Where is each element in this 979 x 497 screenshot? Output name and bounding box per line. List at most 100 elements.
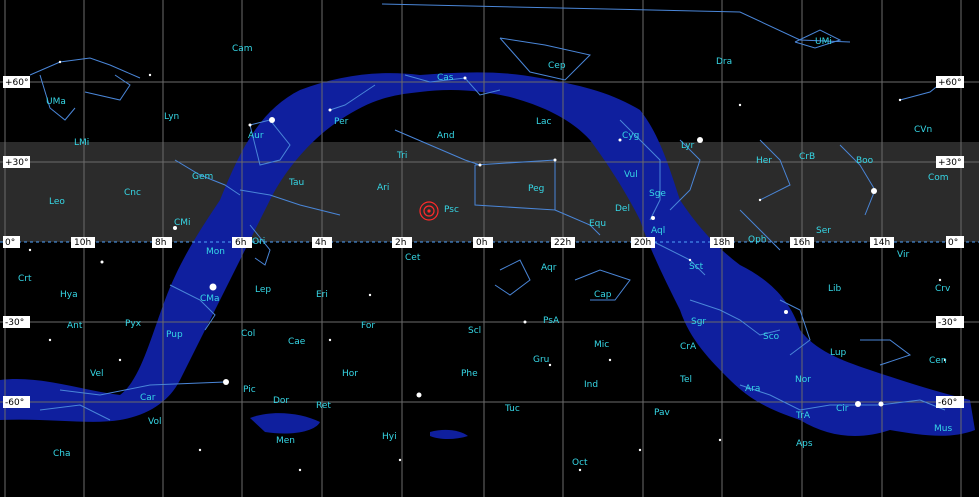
constellation-label: Cap	[594, 290, 612, 300]
constellation-label: Phe	[461, 369, 478, 379]
dec-label: -60°	[938, 398, 957, 408]
constellation-label: Aqr	[541, 263, 557, 273]
dec-label: 0°	[5, 238, 15, 248]
constellation-label: Nor	[795, 375, 811, 385]
ra-label: 4h	[315, 238, 326, 248]
constellation-label: Lyr	[681, 141, 695, 151]
constellation-label: Tau	[288, 178, 304, 188]
constellation-label: Hya	[60, 290, 78, 300]
constellation-label: Psc	[444, 205, 459, 215]
constellation-label: Vul	[624, 170, 638, 180]
constellation-label: Lep	[255, 285, 271, 295]
constellation-label: Cyg	[622, 131, 639, 141]
constellation-label: Cen	[929, 356, 947, 366]
constellation-label: Aur	[248, 131, 264, 141]
ra-label: 2h	[395, 238, 406, 248]
constellation-label: UMi	[815, 37, 832, 47]
constellation-label: Mon	[206, 247, 225, 257]
constellation-label: Ari	[377, 183, 389, 193]
constellation-label: Lib	[828, 284, 842, 294]
constellation-label: Boo	[856, 156, 874, 166]
constellation-label: Cir	[836, 404, 849, 414]
constellation-label: Ind	[584, 380, 598, 390]
constellation-label: Peg	[528, 184, 544, 194]
constellation-label: Ant	[67, 321, 83, 331]
constellation-label: Vel	[90, 369, 104, 379]
constellation-label: Cet	[405, 253, 421, 263]
ra-label: 16h	[793, 238, 810, 248]
constellation-label: Cnc	[124, 188, 141, 198]
constellation-label: Crt	[18, 274, 32, 284]
constellation-label: Hor	[342, 369, 358, 379]
constellation-label: Vir	[897, 250, 909, 260]
ra-label: 14h	[873, 238, 890, 248]
constellation-label: Pyx	[125, 319, 142, 329]
constellation-label: Col	[241, 329, 255, 339]
constellation-label: Mic	[594, 340, 609, 350]
constellation-label: Cha	[53, 449, 71, 459]
dec-label: +30°	[5, 158, 29, 168]
ra-label: 8h	[155, 238, 166, 248]
constellation-label: Ser	[816, 226, 831, 236]
constellation-label: LMi	[74, 138, 89, 148]
constellation-label: UMa	[46, 97, 66, 107]
constellation-label: Lup	[830, 348, 847, 358]
constellation-label: Tri	[396, 151, 407, 161]
highlight-band	[0, 142, 979, 242]
constellation-label: Com	[928, 173, 949, 183]
constellation-label: Oct	[572, 458, 588, 468]
constellation-label: Oph	[748, 235, 767, 245]
constellation-label: CMa	[200, 294, 220, 304]
constellation-label: For	[361, 321, 375, 331]
constellation-label: Crv	[935, 284, 951, 294]
constellation-label: Equ	[589, 219, 606, 229]
constellation-label: Sge	[649, 189, 666, 199]
constellation-label: Pup	[166, 330, 183, 340]
constellation-label: Mus	[934, 424, 952, 434]
ra-label: 0h	[476, 238, 487, 248]
constellation-label: Gem	[192, 172, 213, 182]
constellation-label: Pav	[654, 408, 671, 418]
constellation-label: CrB	[799, 152, 815, 162]
dec-label: -30°	[938, 318, 957, 328]
constellation-label: Per	[334, 117, 349, 127]
constellation-label: Pic	[243, 385, 256, 395]
constellation-label: Cam	[232, 44, 253, 54]
constellation-label: Sco	[763, 332, 780, 342]
ra-label: 22h	[554, 238, 571, 248]
constellation-label: CMi	[174, 218, 191, 228]
ra-label: 10h	[74, 238, 91, 248]
constellation-label: Aql	[651, 226, 665, 236]
dec-label: 0°	[948, 238, 958, 248]
constellation-label: Vol	[148, 417, 161, 427]
constellation-label: Lyn	[164, 112, 179, 122]
constellation-label: Dor	[273, 396, 289, 406]
constellation-label: Leo	[49, 197, 65, 207]
dec-label: -60°	[5, 398, 24, 408]
constellation-label: CrA	[680, 342, 697, 352]
constellation-label: Gru	[533, 355, 549, 365]
dec-label: +60°	[5, 78, 29, 88]
constellation-label: Del	[615, 204, 630, 214]
constellation-label: Ara	[745, 384, 760, 394]
star-chart: Cam UMi Dra UMa Cas Cep Lyn Per Lac CVn …	[0, 0, 979, 497]
constellation-label: Ori	[252, 237, 265, 247]
constellation-label: Her	[756, 156, 772, 166]
constellation-label: Tel	[679, 375, 692, 385]
constellation-label: Hyi	[382, 432, 397, 442]
dec-label: +60°	[938, 78, 962, 88]
dec-label: -30°	[5, 318, 24, 328]
ra-label: 18h	[713, 238, 730, 248]
constellation-label: PsA	[543, 316, 560, 326]
constellation-label: Cas	[437, 73, 454, 83]
constellation-label: And	[437, 131, 455, 141]
constellation-label: CVn	[914, 125, 932, 135]
constellation-label: Aps	[796, 439, 813, 449]
constellation-label: Tuc	[504, 404, 520, 414]
constellation-label: Sgr	[691, 317, 706, 327]
constellation-label: Cep	[548, 61, 566, 71]
dec-label: +30°	[938, 158, 962, 168]
ra-label: 6h	[235, 238, 246, 248]
constellation-label: Lac	[536, 117, 552, 127]
constellation-label: Sct	[689, 262, 704, 272]
